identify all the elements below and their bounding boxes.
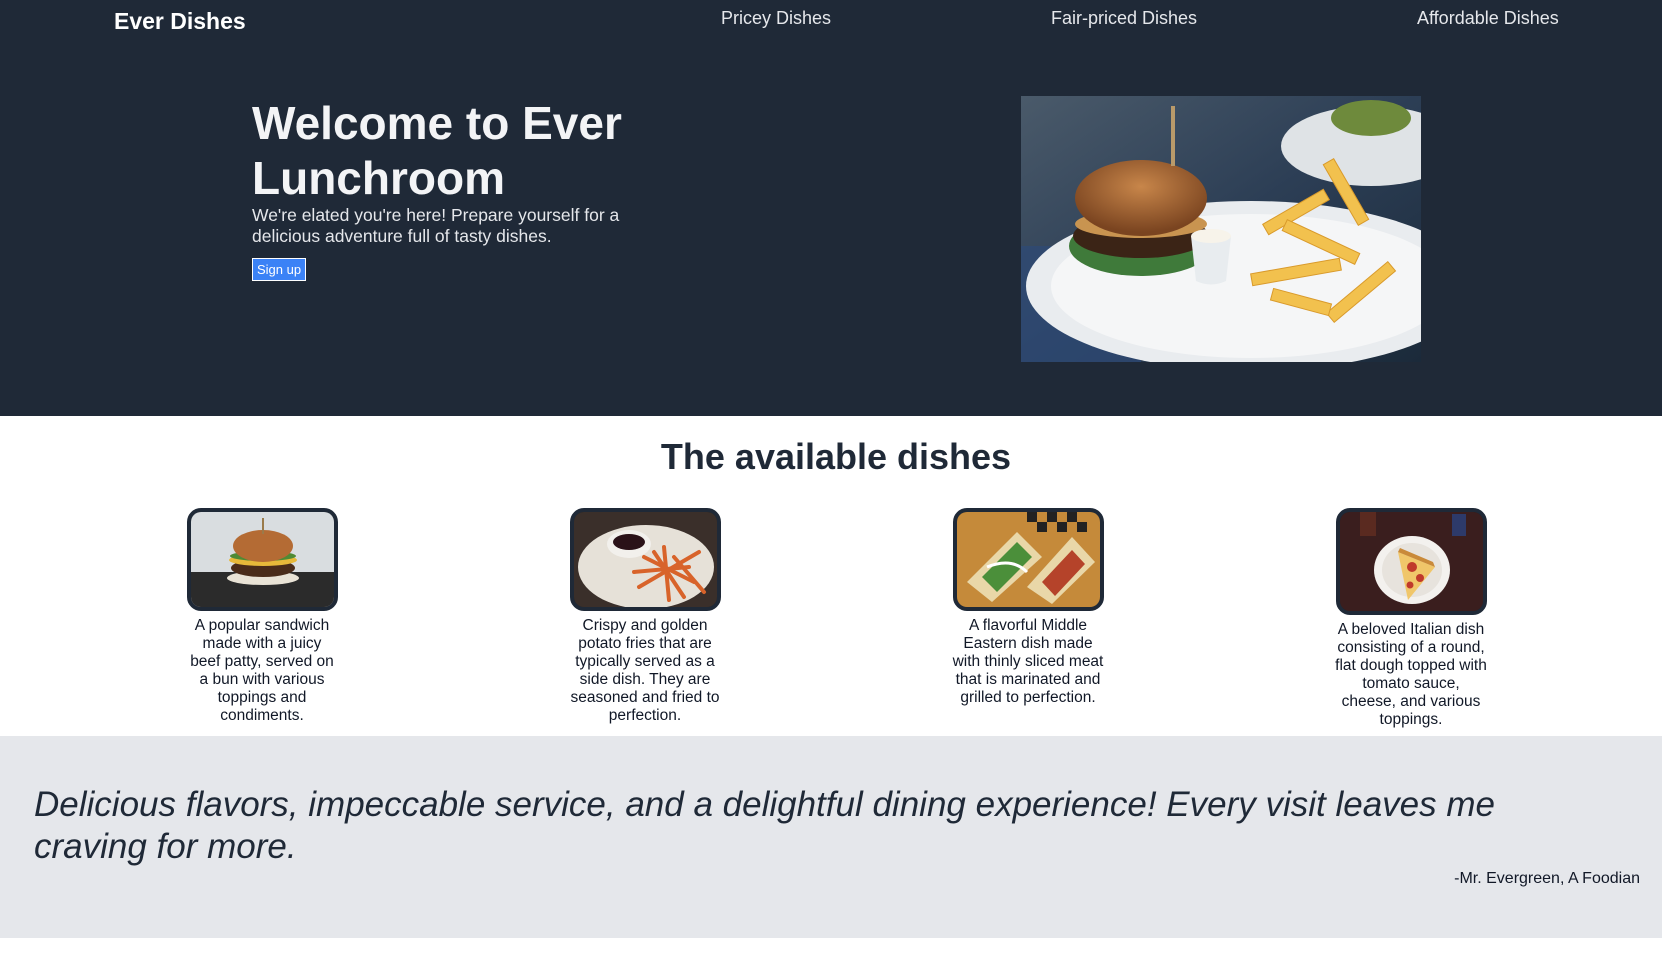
- brand-logo[interactable]: Ever Dishes: [114, 8, 246, 35]
- dishes-section-title: The available dishes: [660, 436, 1012, 477]
- dish-card-burger[interactable]: A popular sandwich made with a juicy bee…: [186, 508, 338, 725]
- nav-link-affordable[interactable]: Affordable Dishes: [1417, 8, 1559, 29]
- dish-card-pizza[interactable]: A beloved Italian dish consisting of a r…: [1335, 508, 1487, 729]
- hero-title: Welcome to Ever Lunchroom: [252, 97, 622, 204]
- testimonial-author: -Mr. Evergreen, A Foodian: [1454, 870, 1640, 887]
- dish-description: A popular sandwich made with a juicy bee…: [190, 617, 334, 724]
- pizza-photo: [1335, 508, 1487, 615]
- testimonial-quote: Delicious flavors, impeccable service, a…: [34, 785, 1495, 866]
- burger-photo: [186, 508, 338, 611]
- dish-card-fries[interactable]: Crispy and golden potato fries that are …: [569, 508, 721, 725]
- fries-photo: [569, 508, 721, 611]
- dish-card-shawarma[interactable]: A flavorful Middle Eastern dish made wit…: [952, 508, 1104, 707]
- dish-description: A beloved Italian dish consisting of a r…: [1335, 621, 1487, 728]
- signup-button[interactable]: Sign up: [252, 258, 307, 281]
- nav-link-pricey[interactable]: Pricey Dishes: [721, 8, 831, 29]
- dish-description: Crispy and golden potato fries that are …: [570, 617, 720, 724]
- hero-section: Ever Dishes Pricey Dishes Fair-priced Di…: [0, 0, 1662, 416]
- nav-link-fair-priced[interactable]: Fair-priced Dishes: [1051, 8, 1197, 29]
- hero-subtitle: We're elated you're here! Prepare yourse…: [252, 205, 620, 246]
- shawarma-photo: [952, 508, 1104, 611]
- dish-description: A flavorful Middle Eastern dish made wit…: [952, 617, 1104, 706]
- testimonial-section: Delicious flavors, impeccable service, a…: [0, 736, 1662, 938]
- hero-burger-photo: [1021, 96, 1421, 362]
